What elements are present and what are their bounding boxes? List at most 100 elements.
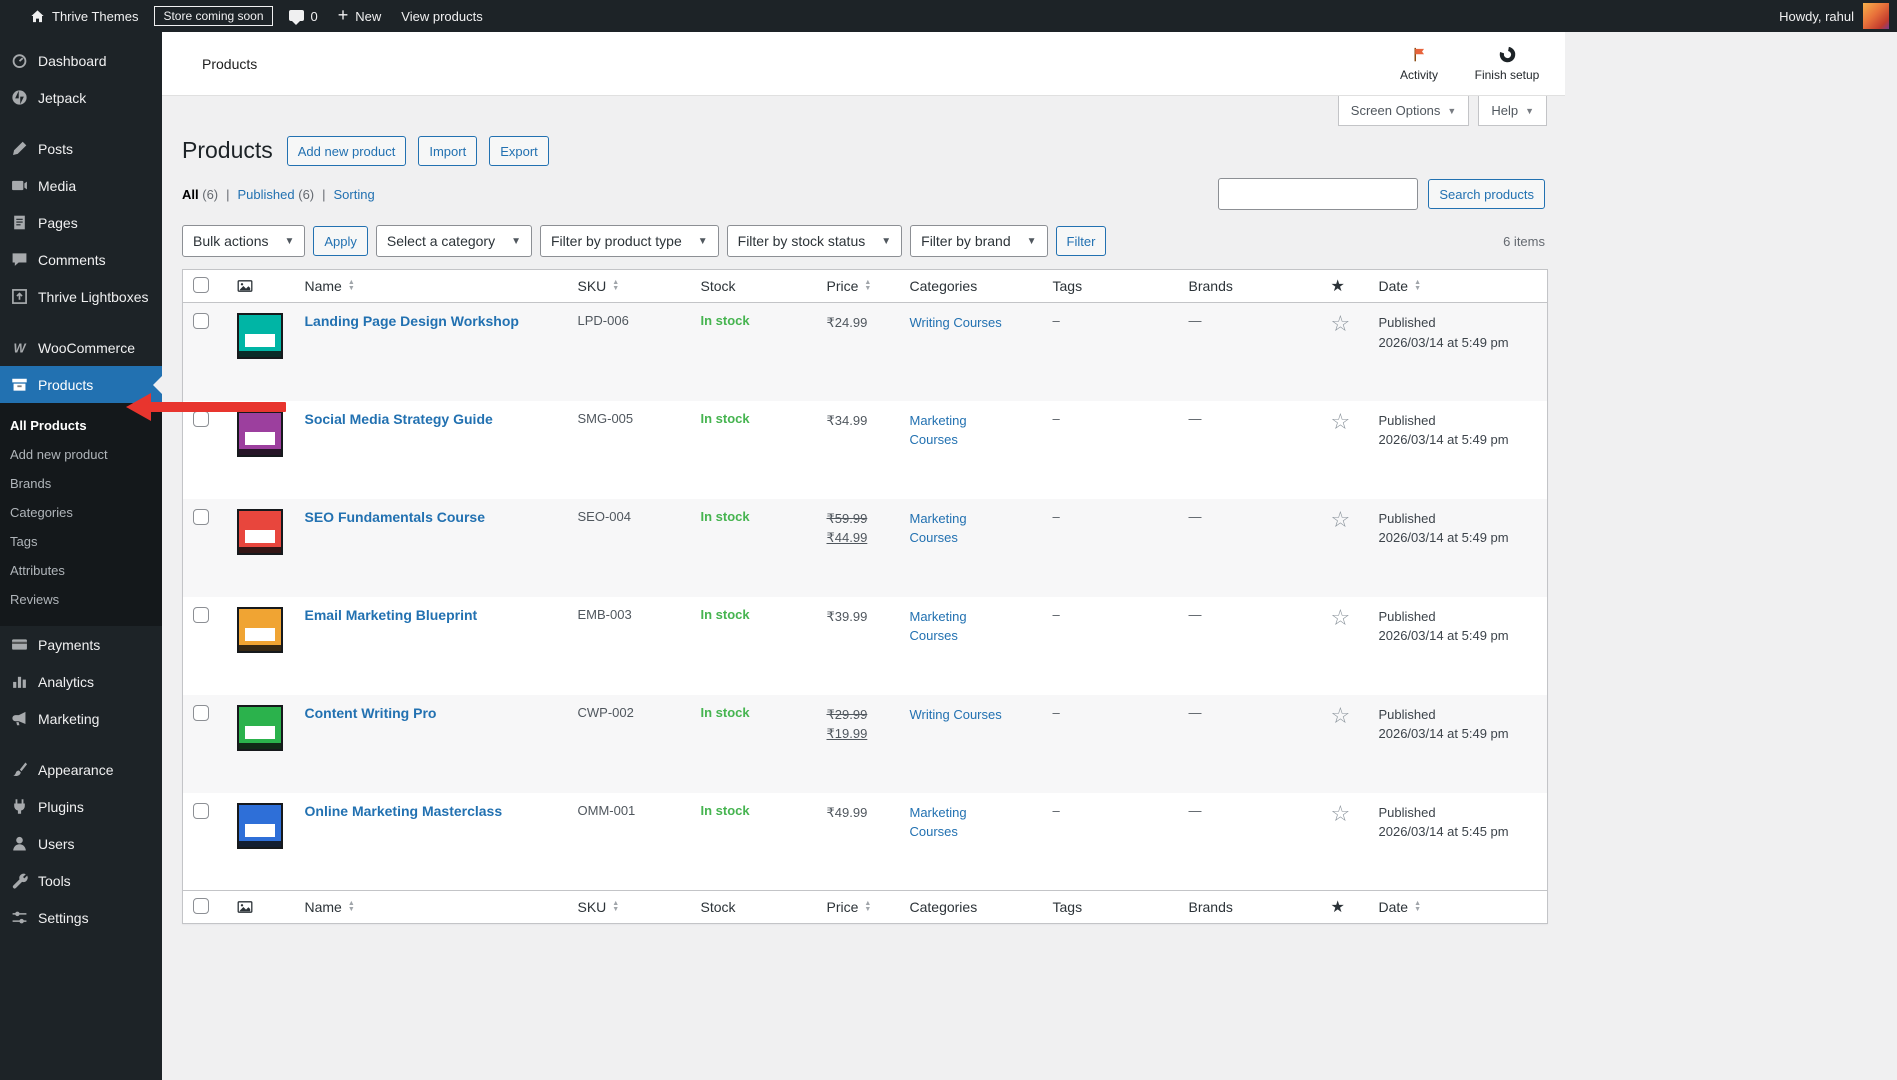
sidebar-item-marketing[interactable]: Marketing [0,700,162,737]
product-thumbnail[interactable] [236,410,283,457]
product-name-link[interactable]: Email Marketing Blueprint [305,607,478,623]
product-category-link[interactable]: Marketing Courses [910,803,1012,842]
sort-icon: ▲ ▼ [1414,279,1422,292]
product-thumbnail[interactable] [236,704,283,751]
sidebar-item-thrive-lightboxes[interactable]: Thrive Lightboxes [0,278,162,315]
feature-star-toggle[interactable]: ☆ [1331,801,1351,826]
search-products-button[interactable]: Search products [1428,179,1545,209]
sidebar-item-posts[interactable]: Posts [0,130,162,167]
filter-button[interactable]: Filter [1055,226,1107,256]
column-header-price[interactable]: Price ▲ ▼ [816,269,900,303]
howdy-text[interactable]: Howdy, rahul [1779,9,1854,24]
product-category-link[interactable]: Marketing Courses [910,509,1012,548]
apply-button[interactable]: Apply [313,226,368,256]
product-price: ₹39.99 [826,608,868,624]
view-all[interactable]: All (6) [182,187,218,202]
submenu-item-tags[interactable]: Tags [0,527,162,556]
sidebar-item-payments[interactable]: Payments [0,626,162,663]
select-all-checkbox[interactable] [193,897,209,914]
view-sorting[interactable]: Sorting [334,187,375,202]
sidebar-item-appearance[interactable]: Appearance [0,751,162,788]
product-brands: — [1188,802,1202,818]
finish-setup-button[interactable]: Finish setup [1463,40,1551,88]
sidebar-item-users[interactable]: Users [0,825,162,862]
sidebar-item-tools[interactable]: Tools [0,862,162,899]
product-category-link[interactable]: Marketing Courses [910,607,1012,646]
sidebar-item-products[interactable]: Products [0,366,162,403]
product-type-filter-select[interactable]: Filter by product type ▼ [540,225,719,257]
search-products-input[interactable] [1218,178,1419,210]
product-thumbnail[interactable] [236,606,283,653]
sidebar-item-woocommerce[interactable]: W WooCommerce [0,329,162,366]
product-thumbnail[interactable] [236,508,283,555]
activity-button[interactable]: Activity [1375,40,1463,88]
select-all-checkbox[interactable] [193,276,209,293]
sidebar-item-dashboard[interactable]: Dashboard [0,42,162,79]
plugins-icon [10,797,29,816]
export-button[interactable]: Export [489,136,549,166]
product-name-link[interactable]: Content Writing Pro [305,705,437,721]
product-category-link[interactable]: Writing Courses [910,313,1002,333]
sidebar-item-pages[interactable]: Pages [0,204,162,241]
row-checkbox[interactable] [193,802,209,819]
feature-star-toggle[interactable]: ☆ [1331,409,1351,434]
product-thumbnail[interactable] [236,313,283,359]
product-name-link[interactable]: SEO Fundamentals Course [305,509,485,525]
column-header-categories: Categories [899,890,1043,924]
admin-menu: Dashboard Jetpack Posts Media Pages Comments T… [0,42,162,936]
sidebar-item-jetpack[interactable]: Jetpack [0,79,162,116]
column-header-price[interactable]: Price ▲ ▼ [816,890,900,924]
column-header-name[interactable]: Name ▲ ▼ [294,269,568,303]
product-category-link[interactable]: Marketing Courses [910,411,1012,450]
feature-star-toggle[interactable]: ☆ [1331,703,1351,728]
feature-star-toggle[interactable]: ☆ [1331,605,1351,630]
row-checkbox[interactable] [193,508,209,525]
column-header-sku[interactable]: SKU ▲ ▼ [567,269,691,303]
product-thumbnail[interactable] [236,802,283,849]
stock-status-filter-select[interactable]: Filter by stock status ▼ [726,225,903,257]
sidebar-item-analytics[interactable]: Analytics [0,663,162,700]
category-filter-select[interactable]: Select a category ▼ [375,225,532,257]
product-name-link[interactable]: Social Media Strategy Guide [305,411,493,427]
chevron-down-icon: ▼ [881,235,892,247]
product-category-link[interactable]: Writing Courses [910,705,1002,725]
import-button[interactable]: Import [418,136,478,166]
add-new-product-button[interactable]: Add new product [286,136,407,166]
column-header-date[interactable]: Date ▲ ▼ [1368,269,1548,303]
sidebar-item-media[interactable]: Media [0,167,162,204]
product-tags: – [1052,410,1060,426]
brand-filter-select[interactable]: Filter by brand ▼ [910,225,1048,257]
avatar[interactable] [1863,3,1889,29]
submenu-item-reviews[interactable]: Reviews [0,585,162,614]
product-status: Published [1378,608,1436,624]
row-checkbox[interactable] [193,704,209,721]
submenu-item-all-products[interactable]: All Products [0,411,162,440]
feature-star-toggle[interactable]: ☆ [1331,507,1351,532]
product-name-link[interactable]: Online Marketing Masterclass [305,803,503,819]
sidebar-item-settings[interactable]: Settings [0,899,162,936]
submenu-item-brands[interactable]: Brands [0,469,162,498]
column-header-date[interactable]: Date ▲ ▼ [1368,890,1548,924]
row-checkbox[interactable] [193,606,209,623]
row-checkbox[interactable] [193,410,209,427]
help-button[interactable]: Help ▼ [1478,96,1547,126]
view-published[interactable]: Published (6) [238,187,315,202]
site-menu[interactable]: Thrive Themes [20,0,148,32]
bulk-actions-select[interactable]: Bulk actions ▼ [182,225,306,257]
product-name-link[interactable]: Landing Page Design Workshop [305,313,519,329]
admin-bar: W Thrive Themes Store coming soon 0 + Ne… [0,0,1897,32]
sidebar-item-plugins[interactable]: Plugins [0,788,162,825]
sidebar-item-comments[interactable]: Comments [0,241,162,278]
comments-menu[interactable]: 0 [279,0,328,32]
view-products-link[interactable]: View products [391,0,492,32]
column-header-sku[interactable]: SKU ▲ ▼ [567,890,691,924]
row-checkbox[interactable] [193,313,209,329]
submenu-item-categories[interactable]: Categories [0,498,162,527]
submenu-item-attributes[interactable]: Attributes [0,556,162,585]
feature-star-toggle[interactable]: ☆ [1331,311,1351,336]
submenu-item-add-new-product[interactable]: Add new product [0,440,162,469]
new-content-menu[interactable]: + New [328,0,392,32]
screen-options-button[interactable]: Screen Options ▼ [1337,96,1470,126]
column-header-name[interactable]: Name ▲ ▼ [294,890,568,924]
wordpress-logo[interactable]: W [0,0,20,32]
